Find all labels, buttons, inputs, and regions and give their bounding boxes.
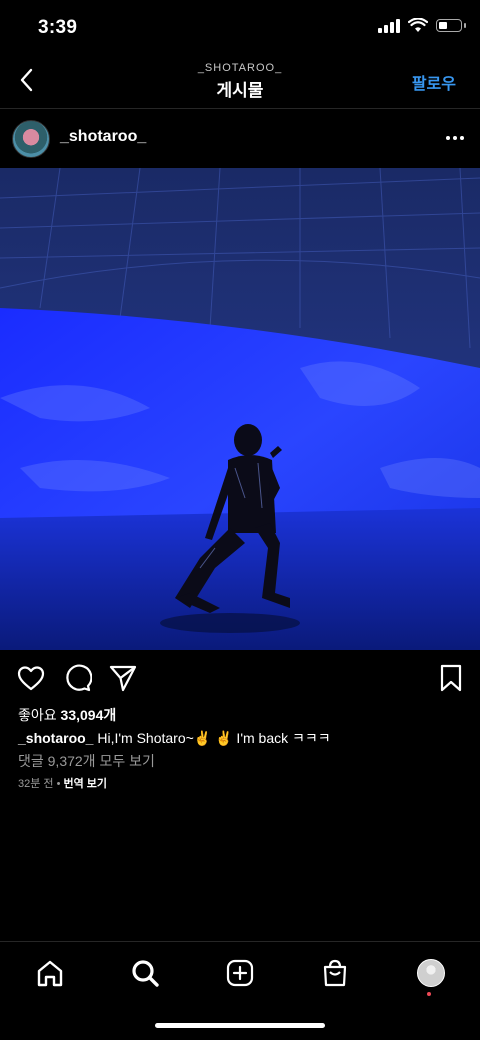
shopping-bag-icon[interactable] <box>320 958 350 988</box>
stage-photo <box>0 168 480 650</box>
home-icon[interactable] <box>35 958 65 988</box>
view-comments-link[interactable]: 댓글 9,372개 모두 보기 <box>18 751 155 771</box>
meta-separator: • <box>53 778 64 790</box>
notification-dot <box>427 992 431 996</box>
likes-label: 좋아요 <box>18 707 57 723</box>
post-header: _shotaroo_ <box>0 110 480 168</box>
likes-number: 33,094개 <box>60 707 117 723</box>
bookmark-icon[interactable] <box>436 663 466 693</box>
nav-titles: _SHOTAROO_ 게시물 <box>0 62 480 101</box>
post-photo[interactable] <box>0 168 480 650</box>
profile-avatar[interactable] <box>417 959 445 987</box>
more-horizontal-icon[interactable] <box>446 136 464 140</box>
cellular-signal-icon <box>378 18 400 33</box>
plus-square-icon[interactable] <box>225 958 255 988</box>
search-icon[interactable] <box>130 958 160 988</box>
heart-icon[interactable] <box>16 663 46 693</box>
caption-username[interactable]: _shotaroo_ <box>18 730 93 746</box>
follow-button[interactable]: 팔로우 <box>412 70 456 94</box>
battery-icon <box>436 19 466 32</box>
likes-count[interactable]: 좋아요 33,094개 <box>18 705 116 725</box>
page-title: 게시물 <box>216 81 264 100</box>
avatar[interactable] <box>12 120 50 158</box>
caption: _shotaroo_ Hi,I'm Shotaro~✌️ ✌️ I'm back… <box>18 728 468 748</box>
wifi-icon <box>408 18 428 32</box>
send-icon[interactable] <box>108 663 138 693</box>
translate-link[interactable]: 번역 보기 <box>64 778 108 790</box>
header-username: _SHOTAROO_ <box>197 62 283 74</box>
post-actions <box>0 660 480 696</box>
caption-text: Hi,I'm Shotaro~✌️ ✌️ I'm back ㅋㅋㅋ <box>93 730 331 746</box>
nav-header: _SHOTAROO_ 게시물 팔로우 <box>0 56 480 109</box>
status-icons <box>378 18 466 33</box>
home-indicator <box>155 1023 325 1028</box>
comment-icon[interactable] <box>62 663 92 693</box>
post-timestamp: 32분 전 <box>18 778 54 790</box>
post-username[interactable]: _shotaroo_ <box>60 128 146 146</box>
status-bar: 3:39 <box>0 0 480 56</box>
status-time: 3:39 <box>38 17 78 38</box>
post-meta: 32분 전 • 번역 보기 <box>18 775 107 791</box>
